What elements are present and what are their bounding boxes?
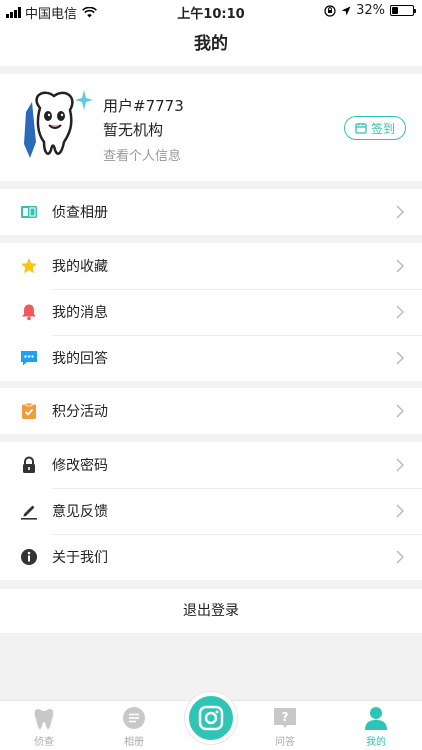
page-title: 我的 [0,22,422,66]
chevron-right-icon [396,550,404,564]
menu-label: 我的消息 [52,305,108,321]
chat-bubble-icon [21,351,37,366]
tab-label: 相册 [124,737,144,748]
signin-button[interactable]: 签到 [344,116,406,140]
chevron-right-icon [396,351,404,365]
svg-text:?: ? [282,710,289,724]
menu-group-points: 积分活动 [0,388,422,434]
question-icon: ? [274,708,296,728]
info-icon [21,549,37,565]
menu-item-feedback[interactable]: 意见反馈 [0,488,422,534]
menu-label: 我的收藏 [52,259,108,275]
menu-item-answers[interactable]: 我的回答 [0,335,422,381]
chevron-right-icon [396,259,404,273]
person-icon [365,707,387,730]
orientation-lock-icon [324,4,336,17]
menu-item-album[interactable]: 侦查相册 [0,189,422,235]
menu-group-settings: 修改密码 意见反馈 关于我们 [0,442,422,580]
tab-album[interactable]: 相册 [104,705,164,748]
camera-button[interactable] [185,692,237,744]
lock-icon [23,456,35,473]
menu-item-points-activity[interactable]: 积分活动 [0,388,422,434]
star-icon [21,258,37,274]
logout-button[interactable]: 退出登录 [0,589,422,633]
tab-label: 我的 [366,737,386,748]
menu-label: 关于我们 [52,550,108,566]
bell-icon [22,304,36,321]
tab-qa[interactable]: ? 问答 [255,705,315,748]
username: 用户#7773 [103,97,184,115]
calendar-icon [355,123,367,134]
profile-card[interactable]: 用户#7773 暂无机构 查看个人信息 签到 [0,74,422,181]
organization-name: 暂无机构 [103,121,164,139]
battery-icon [390,5,416,16]
tab-label: 问答 [275,737,295,748]
menu-label: 我的回答 [52,351,108,367]
chevron-right-icon [396,205,404,219]
tooth-icon [34,709,54,729]
menu-label: 侦查相册 [52,205,108,221]
location-icon [341,6,351,15]
menu-item-change-password[interactable]: 修改密码 [0,442,422,488]
tab-mine[interactable]: 我的 [346,705,406,748]
chevron-right-icon [396,504,404,518]
menu-label: 修改密码 [52,458,108,474]
chevron-right-icon [396,305,404,319]
menu-item-about[interactable]: 关于我们 [0,534,422,580]
menu-item-favorites[interactable]: 我的收藏 [0,243,422,289]
tab-detect[interactable]: 侦查 [14,705,74,748]
chevron-right-icon [396,458,404,472]
menu-label: 意见反馈 [52,504,108,520]
battery-percent: 32% [356,3,385,18]
signin-label: 签到 [370,121,395,136]
clipboard-check-icon [22,402,36,419]
chevron-right-icon [396,404,404,418]
menu-label: 积分活动 [52,404,108,420]
pencil-icon [21,505,37,520]
photo-album-icon [21,206,37,218]
menu-group-personal: 我的收藏 我的消息 我的回答 [0,243,422,381]
status-bar: 中国电信 上午10:10 32% [0,0,422,22]
camera-icon [198,705,224,731]
tab-label: 侦查 [34,737,54,748]
menu-item-messages[interactable]: 我的消息 [0,289,422,335]
view-profile-link[interactable]: 查看个人信息 [103,145,181,164]
tooth-mascot-avatar [24,90,93,158]
menu-group-album: 侦查相册 [0,189,422,235]
list-icon [123,707,145,729]
